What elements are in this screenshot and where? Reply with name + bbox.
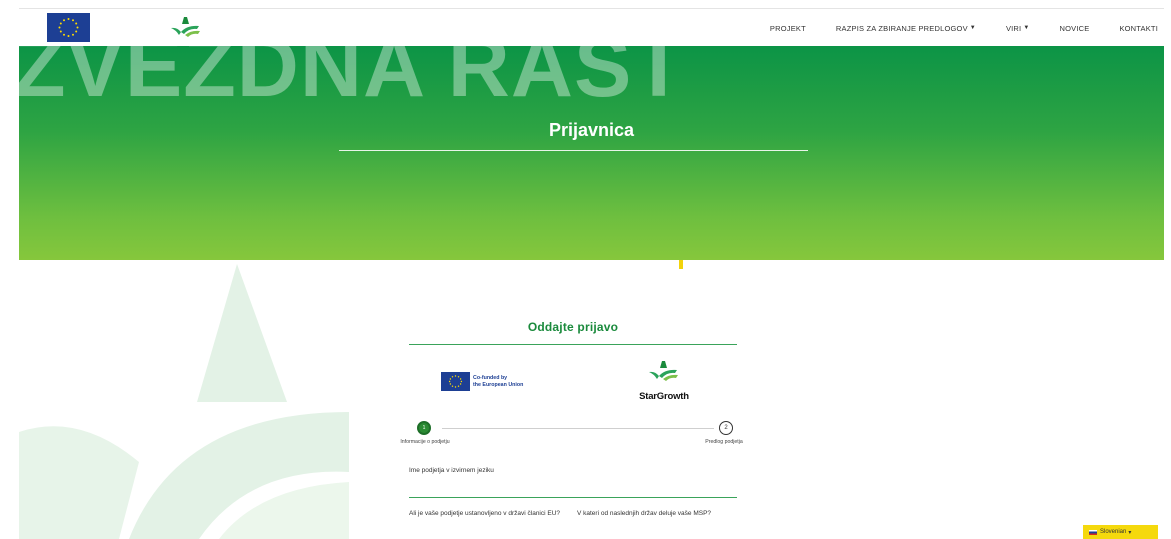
partner-logos: Co-funded by the European Union StarGrow…: [409, 345, 737, 419]
nav-label: PROJEKT: [769, 23, 806, 33]
nav-label: VIRI: [1005, 23, 1022, 33]
brand-name: StarGrowth: [639, 391, 689, 402]
top-navigation-bar: PROJEKT RAZPIS ZA ZBIRANJE PREDLOGOV ▼ VI…: [19, 8, 1164, 46]
stargrowth-badge: StarGrowth: [635, 359, 693, 407]
nav-label: KONTAKTI: [1119, 23, 1158, 33]
chevron-down-icon: ▼: [969, 25, 976, 31]
page-title: Prijavnica: [548, 120, 635, 140]
step-1-indicator[interactable]: 1: [417, 421, 431, 435]
title-divider: [339, 150, 808, 151]
question-row: Ali je vaše podjetje ustanovljeno v drža…: [409, 510, 737, 518]
eu-cofunded-badge: Co-funded by the European Union: [441, 372, 523, 391]
stargrowth-logo-icon[interactable]: [167, 15, 205, 41]
form-stepper: 1 2 Informacije o podjetju Predlog podje…: [400, 419, 743, 467]
nav-item-projekt[interactable]: PROJEKT: [770, 24, 806, 33]
stepper-line: [442, 428, 714, 429]
nav-item-viri[interactable]: VIRI ▼: [1006, 24, 1030, 33]
nav-label: NOVICE: [1059, 23, 1090, 33]
application-form: Oddajte prijavo Co-funded by the Europea…: [400, 300, 743, 518]
step-1-label: Informacije o podjetju: [400, 439, 450, 445]
nav-item-kontakti[interactable]: KONTAKTI: [1119, 24, 1158, 33]
chevron-down-icon: ▾: [1128, 529, 1132, 536]
step-2-label: Predlog podjetja: [705, 439, 743, 445]
eu-badge-text: Co-funded by the European Union: [473, 375, 523, 387]
language-selector[interactable]: Slovenian ▾: [1083, 525, 1158, 539]
eu-member-question: Ali je vaše podjetje ustanovljeno v drža…: [409, 510, 561, 517]
company-name-label: Ime podjetja v izvirnem jeziku: [409, 467, 494, 474]
eu-badge-line-2: the European Union: [473, 381, 524, 388]
company-name-input[interactable]: [409, 480, 737, 498]
stargrowth-logo-icon: [649, 361, 678, 381]
eu-flag-icon: [441, 372, 470, 391]
stargrowth-watermark-icon: [19, 262, 349, 539]
main-navigation: PROJEKT RAZPIS ZA ZBIRANJE PREDLOGOV ▼ VI…: [740, 9, 1164, 47]
accent-mark: [679, 260, 683, 269]
step-2-indicator[interactable]: 2: [719, 421, 733, 435]
form-title: Oddajte prijavo: [527, 320, 619, 334]
nav-item-novice[interactable]: NOVICE: [1059, 24, 1089, 33]
hero-watermark-text: ZVEZDNA RAST: [19, 46, 686, 115]
language-label: Slovenian: [1100, 529, 1127, 535]
country-question: V kateri od naslednjih držav deluje vaše…: [577, 510, 712, 517]
eu-flag-icon[interactable]: [47, 13, 90, 42]
nav-label: RAZPIS ZA ZBIRANJE PREDLOGOV: [835, 23, 968, 33]
nav-item-razpis[interactable]: RAZPIS ZA ZBIRANJE PREDLOGOV ▼: [836, 24, 976, 33]
page: PROJEKT RAZPIS ZA ZBIRANJE PREDLOGOV ▼ VI…: [0, 0, 1171, 539]
hero-banner: ZVEZDNA RAST Prijavnica: [19, 46, 1164, 260]
slovenia-flag-icon: [1089, 529, 1097, 535]
chevron-down-icon: ▼: [1023, 25, 1030, 31]
